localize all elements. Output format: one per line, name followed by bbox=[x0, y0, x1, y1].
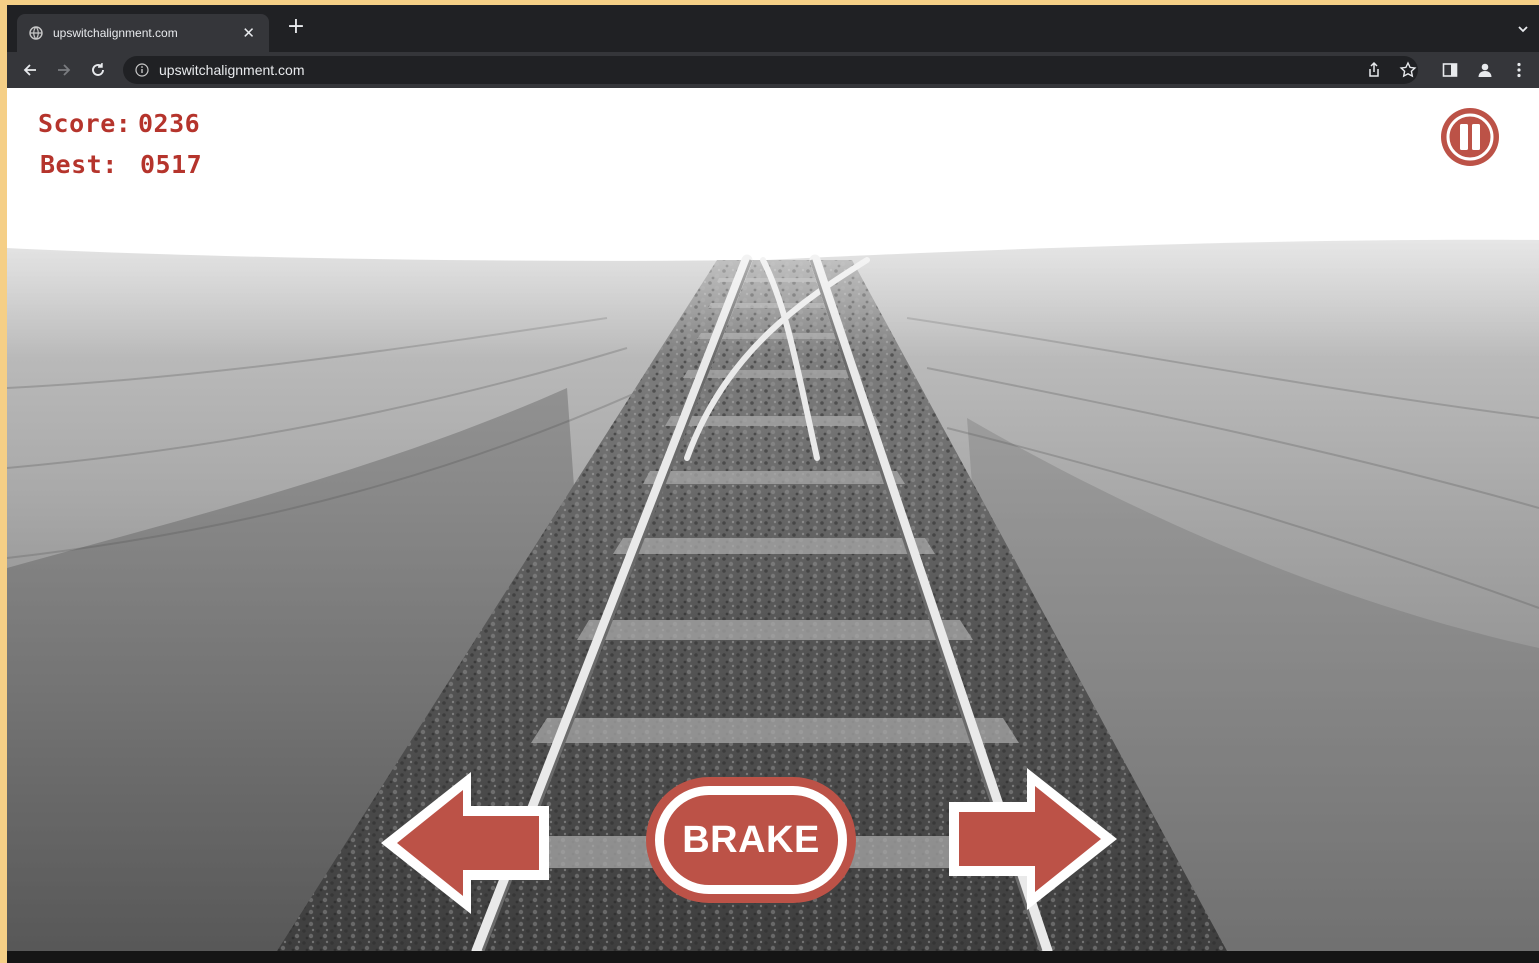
browser-tab[interactable]: upswitchalignment.com ✕ bbox=[17, 14, 269, 52]
left-arrow-icon bbox=[381, 772, 549, 914]
right-arrow-icon bbox=[949, 768, 1117, 910]
plus-icon[interactable]: + bbox=[285, 16, 307, 38]
address-bar[interactable]: upswitchalignment.com bbox=[123, 56, 1418, 84]
url-text: upswitchalignment.com bbox=[159, 62, 305, 78]
back-icon[interactable] bbox=[21, 61, 39, 79]
window-bottom-edge bbox=[7, 951, 1539, 963]
info-icon[interactable] bbox=[135, 63, 149, 77]
tab-title: upswitchalignment.com bbox=[53, 26, 178, 40]
forward-icon[interactable] bbox=[55, 61, 73, 79]
score-value: 0236 bbox=[138, 109, 201, 138]
game-canvas[interactable]: Score: 0236 Best: 0517 BRAKE bbox=[7, 88, 1539, 951]
profile-icon[interactable] bbox=[1476, 61, 1494, 79]
sidepanel-icon[interactable] bbox=[1441, 61, 1459, 79]
brake-button[interactable]: BRAKE bbox=[655, 786, 847, 894]
browser-toolbar: upswitchalignment.com bbox=[7, 52, 1539, 88]
switch-left-button[interactable] bbox=[375, 768, 551, 918]
chevron-down-icon[interactable] bbox=[1515, 21, 1531, 37]
score-label: Score: bbox=[38, 109, 132, 138]
star-icon[interactable] bbox=[1399, 61, 1417, 79]
globe-icon bbox=[29, 26, 43, 40]
best-label: Best: bbox=[40, 150, 118, 179]
switch-right-button[interactable] bbox=[947, 764, 1123, 914]
brake-label: BRAKE bbox=[682, 818, 820, 861]
menu-icon[interactable] bbox=[1510, 61, 1528, 79]
reload-icon[interactable] bbox=[89, 61, 107, 79]
best-value: 0517 bbox=[140, 150, 203, 179]
tab-strip: upswitchalignment.com ✕ + bbox=[7, 5, 1539, 52]
share-icon[interactable] bbox=[1365, 61, 1383, 79]
pause-icon bbox=[1441, 108, 1499, 166]
pause-button[interactable] bbox=[1439, 106, 1501, 168]
close-icon[interactable]: ✕ bbox=[242, 25, 255, 41]
browser-window: upswitchalignment.com ✕ + upswitchalignm… bbox=[7, 5, 1539, 963]
score-display: Score: 0236 bbox=[38, 109, 200, 138]
best-display: Best: 0517 bbox=[40, 150, 202, 179]
